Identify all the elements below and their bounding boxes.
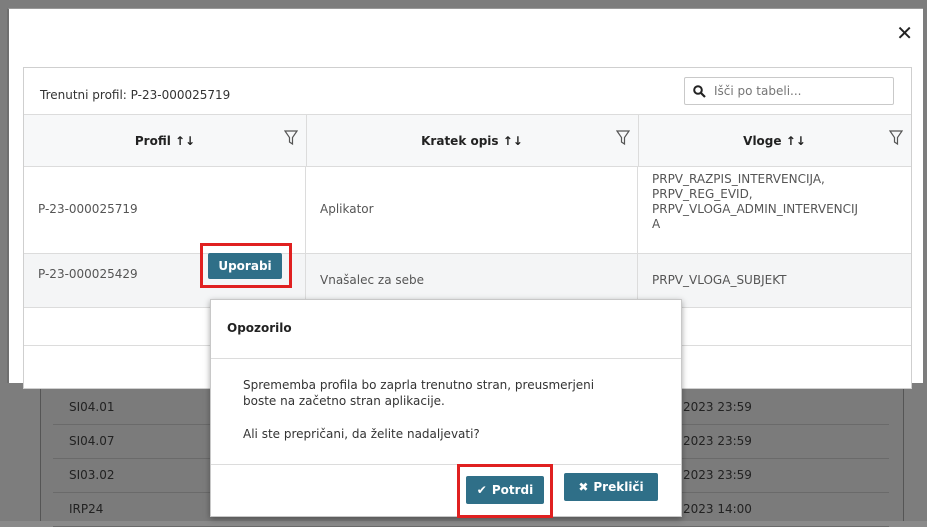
column-header-profil[interactable]: Profil ↑↓ bbox=[24, 115, 307, 166]
cell-vloge: PRPV_RAZPIS_INTERVENCIJA, PRPV_REG_EVID,… bbox=[638, 166, 911, 253]
filter-icon[interactable] bbox=[616, 130, 630, 146]
close-icon[interactable]: ✕ bbox=[896, 23, 913, 43]
search-icon bbox=[693, 84, 706, 98]
dialog-title: Opozorilo bbox=[227, 321, 292, 335]
vloga-line: A bbox=[652, 217, 661, 231]
check-icon: ✔ bbox=[476, 483, 487, 497]
confirm-label: Potrdi bbox=[491, 483, 534, 497]
column-label: Vloge ↑↓ bbox=[743, 133, 806, 148]
row-code: IRP24 bbox=[69, 502, 104, 516]
message-question: Ali ste prepričani, da želite nadaljevat… bbox=[243, 427, 480, 441]
cancel-label: Prekliči bbox=[593, 480, 644, 494]
column-label: Profil ↑↓ bbox=[134, 133, 196, 148]
confirm-button[interactable]: ✔ Potrdi bbox=[466, 476, 544, 504]
current-profile-label: Trenutni profil: P-23-000025719 bbox=[40, 88, 231, 102]
close-icon: ✖ bbox=[578, 480, 589, 494]
row-code: SI04.07 bbox=[69, 434, 115, 448]
row-date: 2023 14:00 bbox=[683, 502, 752, 516]
opis-value: Aplikator bbox=[320, 202, 374, 216]
potrdi-highlight: ✔ Potrdi bbox=[457, 464, 553, 518]
column-label: Kratek opis ↑↓ bbox=[421, 133, 523, 148]
row-date: 2023 23:59 bbox=[683, 468, 752, 482]
opis-value: Vnašalec za sebe bbox=[320, 273, 425, 287]
uporabi-highlight: Uporabi bbox=[200, 243, 292, 288]
table-row[interactable]: P-23-000025719 Aplikator PRPV_RAZPIS_INT… bbox=[24, 166, 911, 254]
message-line: boste na začetno stran aplikacije. bbox=[243, 394, 445, 408]
row-date: 2023 23:59 bbox=[683, 400, 752, 414]
search-box[interactable] bbox=[684, 77, 894, 105]
column-header-opis[interactable]: Kratek opis ↑↓ bbox=[306, 115, 639, 166]
filter-icon[interactable] bbox=[284, 130, 298, 146]
column-header-vloge[interactable]: Vloge ↑↓ bbox=[638, 115, 911, 166]
dialog-message: Sprememba profila bo zaprla trenutno str… bbox=[243, 377, 663, 442]
dialog-header: Opozorilo bbox=[211, 300, 681, 359]
row-code: SI04.01 bbox=[69, 400, 115, 414]
row-code: SI03.02 bbox=[69, 468, 115, 482]
vloga-line: PRPV_RAZPIS_INTERVENCIJA, bbox=[652, 172, 825, 186]
profil-value: P-23-000025719 bbox=[38, 202, 138, 216]
cancel-button[interactable]: ✖ Prekliči bbox=[564, 473, 658, 501]
uporabi-button[interactable]: Uporabi bbox=[208, 253, 282, 279]
table-header: Profil ↑↓ Kratek opis ↑↓ Vloge ↑↓ bbox=[24, 114, 911, 167]
warning-dialog: Opozorilo Sprememba profila bo zaprla tr… bbox=[210, 299, 682, 518]
search-input[interactable] bbox=[712, 83, 886, 99]
row-date: 2023 23:59 bbox=[683, 434, 752, 448]
vloga-value: PRPV_VLOGA_SUBJEKT bbox=[652, 273, 787, 287]
message-line: Sprememba profila bo zaprla trenutno str… bbox=[243, 378, 595, 392]
vloga-line: PRPV_REG_EVID, bbox=[652, 187, 753, 201]
filter-icon[interactable] bbox=[889, 130, 903, 146]
vloga-line: PRPV_VLOGA_ADMIN_INTERVENCIJ bbox=[652, 202, 859, 216]
cell-profil: P-23-000025719 bbox=[24, 166, 306, 253]
profil-value: P-23-000025429 bbox=[38, 267, 138, 281]
cell-opis: Aplikator bbox=[306, 166, 638, 253]
